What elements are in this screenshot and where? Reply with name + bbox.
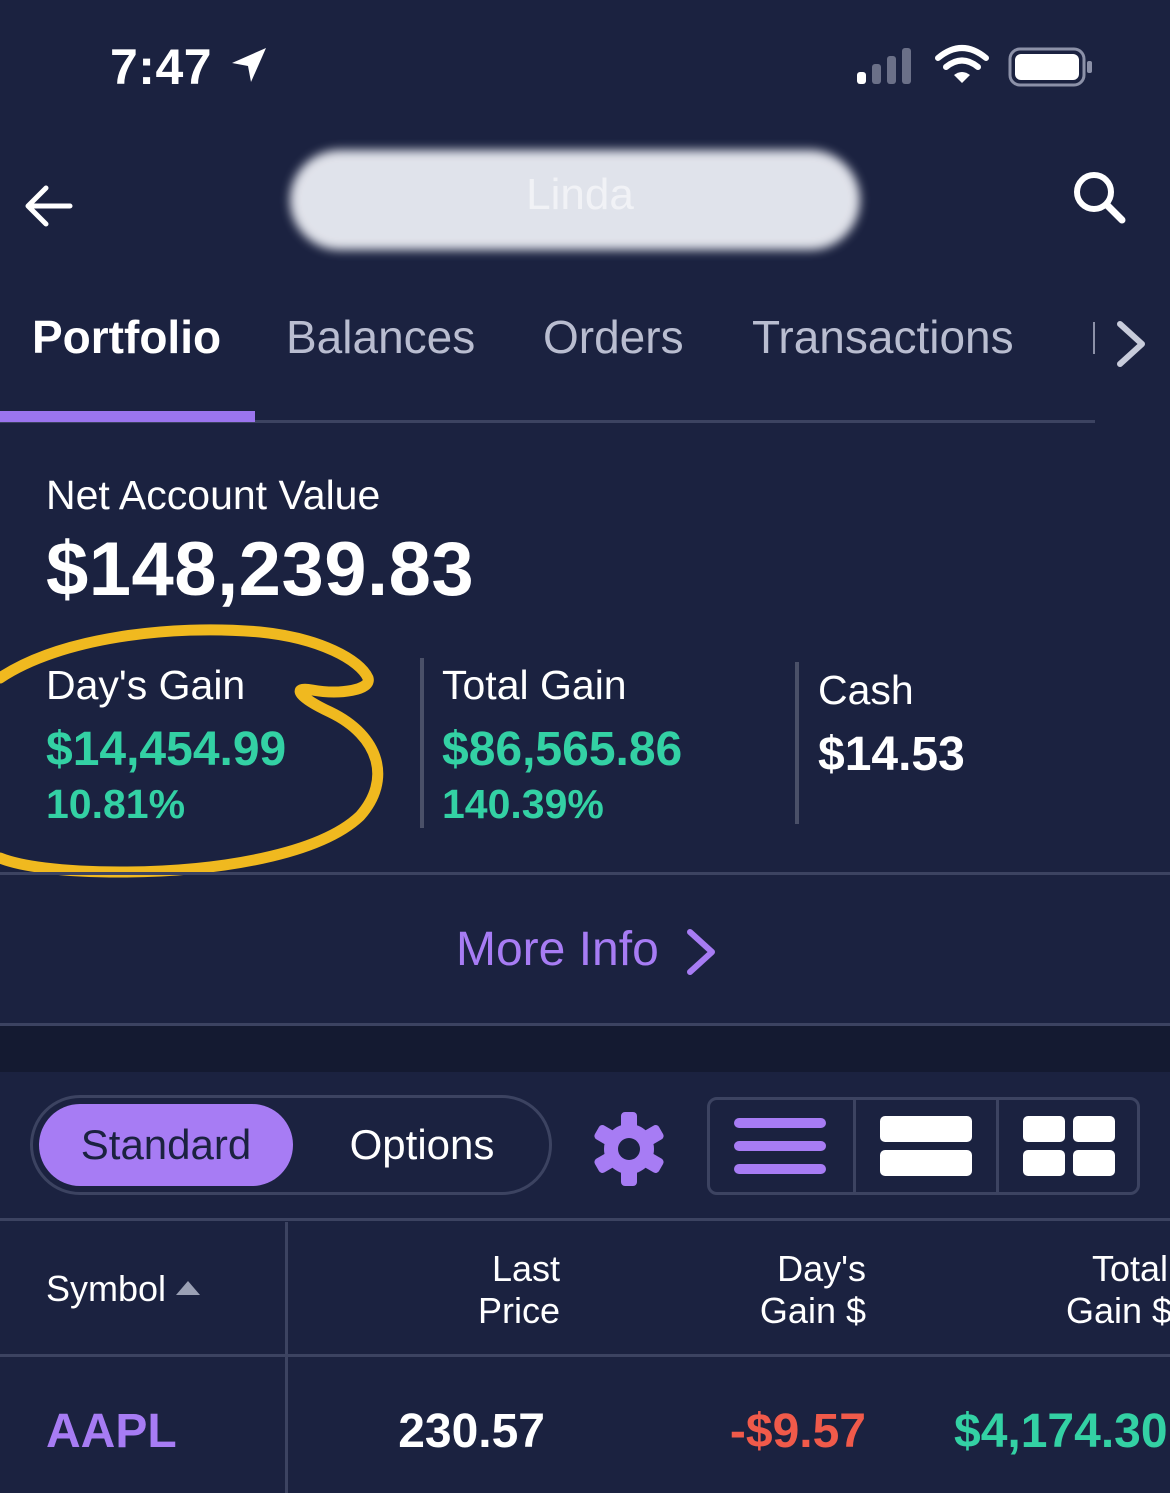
net-account-value-label: Net Account Value [46,472,381,518]
account-name: Linda [526,170,634,219]
stat-divider [795,662,799,824]
cellular-signal-icon [857,48,911,84]
symbol-column-header[interactable]: Symbol [46,1268,201,1310]
total-gain-header-line1: Total [1092,1248,1169,1289]
positions-type-toggle: Standard Options [30,1095,552,1195]
symbol-cell[interactable]: AAPL [46,1404,177,1459]
total-gain-cell: $4,174.30 [954,1405,1168,1458]
tab-bar: Portfolio Balances Orders Transactions [0,300,1100,424]
list-view-icon [734,1118,826,1174]
gear-icon[interactable] [590,1110,668,1188]
cash-label: Cash [818,667,914,713]
tab-portfolio[interactable]: Portfolio [32,310,221,364]
days-gain-header-line2: Gain $ [759,1290,866,1331]
days-gain-column-header[interactable]: Day's Gain $ [700,1248,866,1332]
section-spacer [0,1026,1170,1072]
tab-balances[interactable]: Balances [286,310,475,364]
options-segment[interactable]: Options [295,1104,549,1186]
status-time: 7:47 [110,39,213,95]
table-top-divider [0,1218,1170,1221]
wifi-icon [935,45,989,83]
back-arrow-icon[interactable] [20,178,76,234]
total-gain-header-line2: Gain $ [1066,1290,1170,1331]
view-mode-toggle [707,1097,1140,1195]
last-price-column-header[interactable]: Last Price [400,1248,560,1332]
total-gain-column-header[interactable]: Total Gain $ [1066,1248,1170,1332]
table-header-divider [0,1354,1170,1357]
stat-divider [420,658,424,828]
last-price-header-line1: Last [491,1248,560,1289]
total-gain-percent: 140.39% [442,781,604,827]
sort-ascending-icon [176,1281,201,1295]
more-info-link[interactable]: More Info [456,922,659,977]
location-arrow-icon [232,48,266,82]
net-account-value: $148,239.83 [46,527,475,612]
last-price-header-line2: Price [477,1290,560,1331]
grid-view-button[interactable] [996,1100,1139,1192]
active-tab-indicator [0,411,255,422]
days-gain-percent: 10.81% [46,781,186,827]
standard-segment[interactable]: Standard [39,1104,293,1186]
chevron-right-icon[interactable] [1110,316,1154,372]
battery-icon [1008,47,1092,87]
total-gain-value: $86,565.86 [442,723,683,776]
tab-orders[interactable]: Orders [543,310,684,364]
days-gain-header-line1: Day's [777,1248,866,1289]
card-view-icon [880,1116,972,1176]
last-price-cell: 230.57 [398,1405,545,1458]
days-gain-cell: -$9.57 [729,1405,866,1458]
days-gain-value: $14,454.99 [46,723,287,776]
card-view-button[interactable] [853,1100,996,1192]
portfolio-screen: 7:47 Linda Portfolio Balances Orders Tra… [0,0,1170,1493]
symbol-header-label: Symbol [46,1268,167,1309]
total-gain-label: Total Gain [442,662,627,708]
search-icon[interactable] [1068,166,1130,228]
chevron-right-icon[interactable] [682,924,722,980]
table-column-divider [285,1222,288,1493]
tab-transactions[interactable]: Transactions [752,310,1014,364]
grid-view-icon [1023,1116,1115,1176]
tab-scroll-divider [1093,322,1095,354]
days-gain-label: Day's Gain [46,662,246,708]
summary-divider [0,872,1170,875]
list-view-button[interactable] [710,1100,853,1192]
cash-value: $14.53 [818,728,965,781]
